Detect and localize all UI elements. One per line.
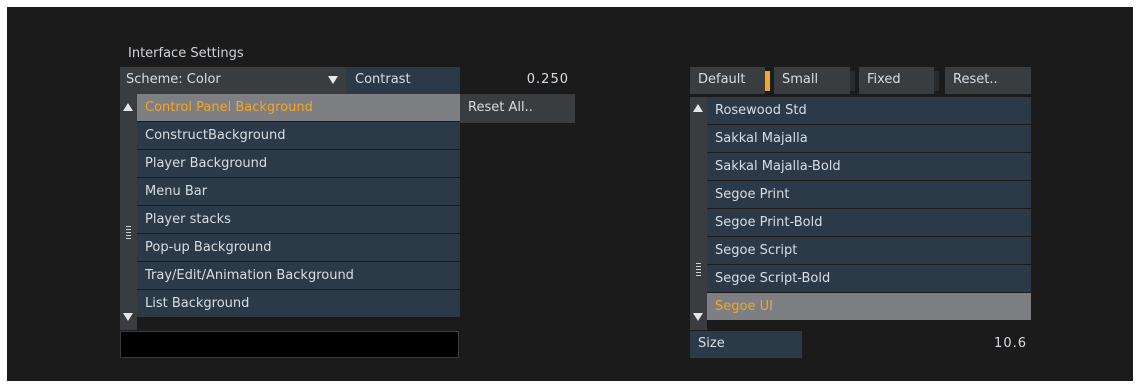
- scroll-down-icon[interactable]: [693, 313, 703, 321]
- font-list-item[interactable]: Segoe Print: [707, 181, 1031, 209]
- color-element-list: Control Panel Background ConstructBackgro…: [137, 94, 460, 318]
- color-list-item[interactable]: Control Panel Background: [137, 94, 460, 122]
- color-list-item[interactable]: List Background: [137, 290, 460, 318]
- scheme-dropdown-label: Scheme: Color: [126, 72, 221, 87]
- contrast-label: Contrast: [346, 67, 460, 94]
- font-list-item[interactable]: Rosewood Std: [707, 97, 1031, 125]
- font-list-item-label: Sakkal Majalla-Bold: [715, 159, 841, 174]
- scroll-thumb[interactable]: [696, 263, 701, 277]
- font-list-scrollbar[interactable]: [690, 97, 707, 330]
- color-list-item-label: Player stacks: [145, 212, 231, 227]
- default-button[interactable]: Default: [690, 67, 765, 94]
- size-value-field[interactable]: 10.6: [802, 331, 1031, 358]
- color-list-item[interactable]: Tray/Edit/Animation Background: [137, 262, 460, 290]
- scroll-up-icon[interactable]: [123, 103, 133, 111]
- color-list-item[interactable]: Player stacks: [137, 206, 460, 234]
- contrast-value-field[interactable]: 0.250: [460, 67, 575, 94]
- font-list-item-label: Rosewood Std: [715, 103, 807, 118]
- color-list-item[interactable]: Player Background: [137, 150, 460, 178]
- font-list-item[interactable]: Segoe Script: [707, 237, 1031, 265]
- font-list-item-label: Segoe UI: [715, 299, 773, 314]
- color-list-item-label: List Background: [145, 296, 250, 311]
- reset-button[interactable]: Reset..: [945, 67, 1031, 94]
- fixed-indicator: [934, 71, 939, 91]
- default-indicator: [765, 71, 770, 91]
- color-list-item-label: ConstructBackground: [145, 128, 286, 143]
- color-list-item[interactable]: Pop-up Background: [137, 234, 460, 262]
- color-list-item[interactable]: Menu Bar: [137, 178, 460, 206]
- scheme-dropdown[interactable]: Scheme: Color: [120, 67, 346, 94]
- color-list-item[interactable]: ConstructBackground: [137, 122, 460, 150]
- page-title: Interface Settings: [128, 46, 244, 61]
- color-list-item-label: Menu Bar: [145, 184, 208, 199]
- font-list-item-label: Segoe Print: [715, 187, 790, 202]
- font-list-item[interactable]: Segoe Script-Bold: [707, 265, 1031, 293]
- font-list-item[interactable]: Segoe Print-Bold: [707, 209, 1031, 237]
- chevron-down-icon: [328, 76, 338, 84]
- small-button[interactable]: Small: [774, 67, 850, 94]
- size-label: Size: [690, 331, 802, 358]
- color-list-scrollbar[interactable]: [120, 94, 137, 330]
- font-list-item-label: Sakkal Majalla: [715, 131, 808, 146]
- color-list-item-label: Pop-up Background: [145, 240, 272, 255]
- font-list-item-label: Segoe Print-Bold: [715, 215, 823, 230]
- font-list-item[interactable]: Sakkal Majalla: [707, 125, 1031, 153]
- small-indicator: [850, 71, 855, 91]
- color-list-item-label: Control Panel Background: [145, 100, 313, 115]
- fixed-button[interactable]: Fixed: [859, 67, 934, 94]
- scroll-down-icon[interactable]: [123, 313, 133, 321]
- font-list-item-label: Segoe Script: [715, 243, 798, 258]
- font-list-item-label: Segoe Script-Bold: [715, 271, 831, 286]
- reset-all-button[interactable]: Reset All..: [460, 94, 575, 123]
- font-list-item[interactable]: Sakkal Majalla-Bold: [707, 153, 1031, 181]
- scroll-up-icon[interactable]: [693, 104, 703, 112]
- color-preview-box: [120, 331, 459, 358]
- color-list-item-label: Player Background: [145, 156, 268, 171]
- color-list-item-label: Tray/Edit/Animation Background: [145, 268, 354, 283]
- font-list-item[interactable]: Segoe UI: [707, 293, 1031, 321]
- scroll-thumb[interactable]: [126, 226, 131, 240]
- font-list: Rosewood Std Sakkal Majalla Sakkal Majalla…: [707, 97, 1031, 321]
